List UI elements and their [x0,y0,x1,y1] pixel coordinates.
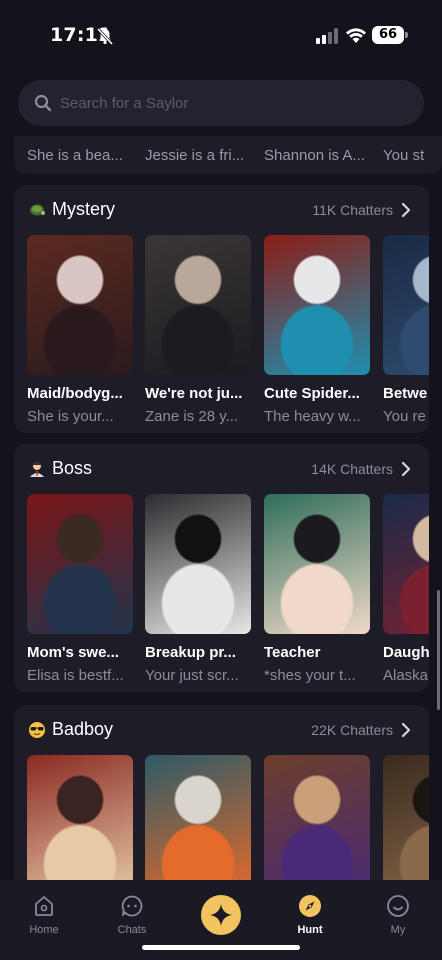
section-title: Badboy [52,719,114,739]
character-description: You re [383,408,426,425]
tab-hunt[interactable]: Hunt [280,880,340,944]
bell-muted-icon [96,27,114,45]
scroll-indicator[interactable] [437,590,440,710]
search-icon [34,94,52,112]
character-description: Alaska [383,667,429,684]
chat-icon [121,895,143,917]
section-title: Mystery [52,199,115,219]
chevron-right-icon[interactable] [401,202,411,218]
character-description: The heavy w... [264,408,361,425]
section-badboy: Badboy 22K Chatters [14,705,429,905]
character-description: Your just scr... [145,667,239,684]
card-description: Jessie is a fri... [145,147,245,164]
character-image [145,755,251,895]
cellular-signal-icon [316,28,338,44]
battery-tip [405,32,408,38]
home-indicator [142,945,300,950]
character-description: Elisa is bestf... [27,667,124,684]
character-image [145,235,251,375]
character-image [27,755,133,895]
search-bar[interactable] [18,80,424,126]
search-input[interactable] [60,80,400,126]
tab-chats[interactable]: Chats [102,880,162,944]
chatters-count: 14K Chatters [311,461,393,477]
character-name: Breakup pr... [145,644,236,661]
tab-my[interactable]: My [368,880,428,944]
sparkle-icon [210,904,232,926]
chevron-right-icon[interactable] [401,461,411,477]
previous-section-row: She is a bea... Jessie is a fri... Shann… [14,136,442,174]
tab-home[interactable]: Home [14,880,74,944]
card-description: You st [383,147,425,164]
office-worker-icon [30,462,44,477]
section-header[interactable]: Badboy 22K Chatters [14,705,429,755]
section-mystery: Mystery 11K Chatters Maid/bodyg... She i… [14,185,429,433]
turtle-icon [30,204,45,216]
status-bar: 17:11 66 [0,0,442,70]
create-button[interactable] [201,895,241,935]
section-header[interactable]: Boss 14K Chatters [14,444,429,494]
character-name: Teacher [264,644,321,661]
sunglasses-face-icon [29,722,45,738]
section-title: Boss [52,458,93,478]
wifi-icon [346,28,366,43]
character-name: Maid/bodyg... [27,385,123,402]
tab-label: Home [29,924,59,936]
character-description: She is your... [27,408,114,425]
character-description: Zane is 28 y... [145,408,239,425]
character-name: Cute Spider... [264,385,360,402]
battery-icon: 66 [372,26,404,44]
card-description: Shannon is A... [264,147,365,164]
compass-icon [299,895,321,917]
card-description: She is a bea... [27,147,123,164]
chevron-right-icon[interactable] [401,722,411,738]
character-image [27,494,133,634]
tab-label: My [390,924,406,936]
chatters-count: 11K Chatters [312,202,393,218]
smiley-icon [387,895,409,917]
tab-label: Hunt [297,924,323,936]
character-image [264,494,370,634]
character-image [145,494,251,634]
tab-label: Chats [117,924,147,936]
character-image [264,755,370,895]
character-description: *shes your t... [264,667,356,684]
chatters-count: 22K Chatters [311,722,393,738]
character-image [27,235,133,375]
character-name: Betwe [383,385,428,402]
section-boss: Boss 14K Chatters Mom's swe... Elisa is … [14,444,429,692]
section-header[interactable]: Mystery 11K Chatters [14,185,429,235]
character-image [383,235,429,375]
home-icon [35,896,53,916]
character-image [383,755,429,895]
character-name: We're not ju... [145,385,243,402]
character-name: Mom's swe... [27,644,119,661]
character-image [383,494,429,634]
character-name: Daugh [383,644,429,661]
character-image [264,235,370,375]
